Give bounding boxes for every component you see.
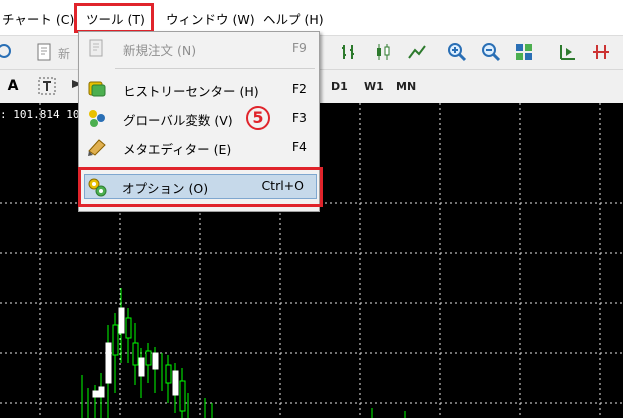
menu-item-label: メタエディター (E) xyxy=(123,142,232,157)
history-center-icon xyxy=(87,79,107,99)
menu-item-shortcut: F2 xyxy=(291,81,307,96)
options-highlight-box xyxy=(78,167,323,207)
price-readout: : 101.814 101 xyxy=(0,108,87,121)
timeframe-mn[interactable]: MN xyxy=(396,80,416,93)
menu-window[interactable]: ウィンドウ (W) xyxy=(166,9,255,28)
auto-scroll-icon[interactable] xyxy=(556,41,578,63)
menu-item-label: 新規注文 (N) xyxy=(123,43,197,58)
menu-item-shortcut: F9 xyxy=(291,40,307,55)
menu-item-label: グローバル変数 (V) xyxy=(123,113,233,128)
tile-windows-icon[interactable] xyxy=(513,41,535,63)
text-tool-icon[interactable]: A xyxy=(2,75,24,97)
zoom-out-icon[interactable] xyxy=(480,41,502,63)
menu-item-label: ヒストリーセンター (H) xyxy=(123,84,259,99)
menu-item-global-variables[interactable]: グローバル変数 (V) F3 xyxy=(79,105,319,131)
new-order-icon xyxy=(87,38,107,58)
zoom-icon[interactable] xyxy=(0,41,16,63)
text-label-icon[interactable] xyxy=(36,75,58,97)
menu-item-metaeditor[interactable]: メタエディター (E) F4 xyxy=(79,134,319,160)
menu-separator xyxy=(115,68,315,69)
new-order-icon[interactable] xyxy=(34,41,56,63)
chart-shift-icon[interactable] xyxy=(590,41,612,63)
new-order-label[interactable]: 新 xyxy=(58,45,70,62)
menu-chart[interactable]: チャート (C) xyxy=(2,9,74,28)
metaeditor-icon xyxy=(87,137,107,157)
menu-help[interactable]: ヘルプ (H) xyxy=(263,9,324,28)
step-number-badge: 5 xyxy=(246,106,270,130)
candlestick-chart-icon[interactable] xyxy=(372,41,394,63)
menu-tools[interactable]: ツール (T) xyxy=(86,9,145,28)
menu-item-shortcut: F4 xyxy=(291,139,307,154)
zoom-in-icon[interactable] xyxy=(446,41,468,63)
timeframe-w1[interactable]: W1 xyxy=(364,80,384,93)
menu-item-new-order[interactable]: 新規注文 (N) F9 xyxy=(79,35,319,61)
menu-item-shortcut: F3 xyxy=(291,110,307,125)
timeframe-d1[interactable]: D1 xyxy=(331,80,348,93)
line-chart-icon[interactable] xyxy=(406,41,428,63)
global-variables-icon xyxy=(87,108,107,128)
menu-item-history-center[interactable]: ヒストリーセンター (H) F2 xyxy=(79,76,319,102)
bar-chart-icon[interactable] xyxy=(338,41,360,63)
